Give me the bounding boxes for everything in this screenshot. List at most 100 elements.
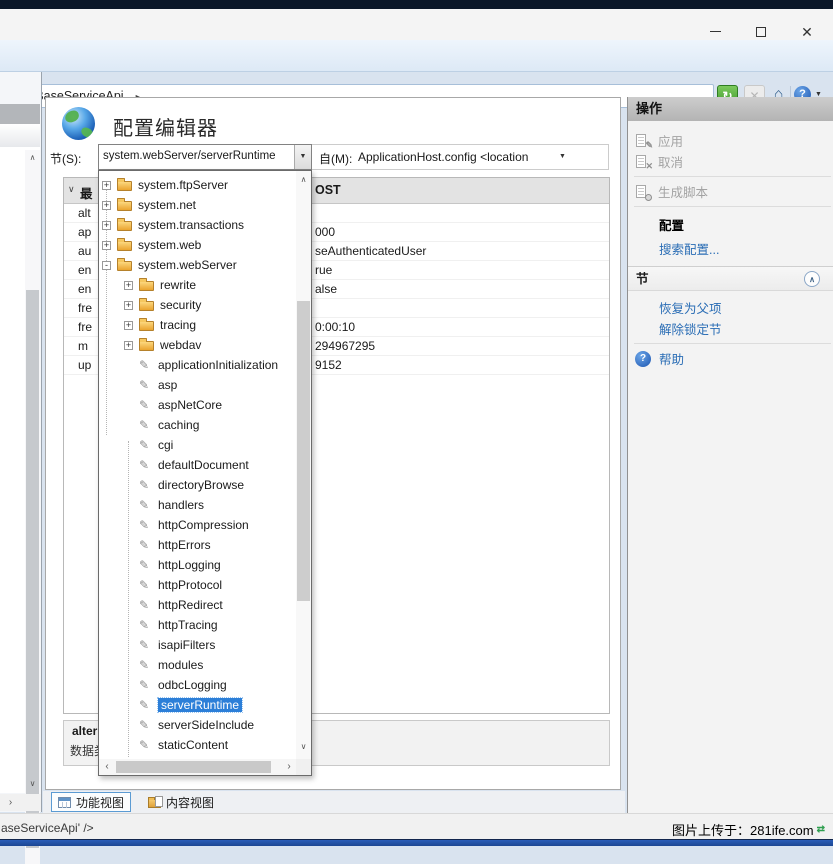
scrollbar-thumb[interactable] [116, 761, 271, 773]
grid-group-chevron-icon[interactable]: ∨ [68, 184, 75, 195]
tab-content-view[interactable]: 内容视图 [142, 792, 220, 812]
folder-icon [139, 281, 154, 291]
grid-cell-value: rue [315, 263, 332, 277]
close-icon: ✕ [801, 24, 813, 40]
scrollbar-thumb[interactable] [297, 301, 310, 601]
grid-header-right: OST [315, 183, 341, 197]
tree-item-handlers[interactable]: ✎handlers [124, 495, 296, 515]
tree-item-label: serverRuntime [158, 698, 242, 712]
desktop-top-strip [0, 0, 833, 9]
search-config-link[interactable]: 搜索配置... [628, 238, 833, 259]
tree-item-modules[interactable]: ✎modules [124, 655, 296, 675]
pencil-icon: ✎ [139, 479, 152, 491]
tree-item-defaultDocument[interactable]: ✎defaultDocument [124, 455, 296, 475]
scroll-right-icon[interactable]: › [3, 795, 18, 811]
grid-cell-name: ap [78, 225, 91, 239]
tree-item-label: httpRedirect [158, 598, 223, 612]
expand-node-icon[interactable]: + [124, 301, 133, 310]
tree-item-label: system.transactions [138, 218, 244, 232]
expand-node-icon[interactable]: + [124, 281, 133, 290]
tree-item-system.web[interactable]: +system.web [102, 235, 296, 255]
dropdown-vscrollbar[interactable] [296, 171, 311, 759]
scroll-left-icon[interactable]: ‹ [100, 759, 114, 775]
expand-node-icon[interactable]: + [102, 181, 111, 190]
tree-item-label: aspNetCore [158, 398, 222, 412]
folder-icon [117, 201, 132, 211]
pencil-icon: ✎ [139, 599, 152, 611]
scroll-up-icon[interactable]: ∧ [296, 172, 311, 188]
tree-item-system.ftpServer[interactable]: +system.ftpServer [102, 175, 296, 195]
expand-node-icon[interactable]: + [102, 241, 111, 250]
cancel-icon: ✕ [635, 154, 650, 170]
scroll-down-icon[interactable]: ∨ [25, 776, 40, 792]
tree-item-security[interactable]: +security [124, 295, 296, 315]
tree-item-httpLogging[interactable]: ✎ httpLogging [124, 555, 296, 575]
tree-item-httpTracing[interactable]: ✎httpTracing [124, 615, 296, 635]
scroll-right-icon[interactable]: › [282, 759, 296, 775]
tree-item-httpErrors[interactable]: ✎httpErrors [124, 535, 296, 555]
watermark-icon: ⇄ [817, 824, 825, 835]
tree-item-label: httpLogging [158, 558, 221, 572]
tree-item-caching[interactable]: ✎caching [124, 415, 296, 435]
tree-item-system.transactions[interactable]: + system.transactions [102, 215, 296, 235]
section-combobox-dropdown-button[interactable]: ▼ [294, 145, 311, 169]
scrollbar-thumb[interactable] [26, 290, 39, 848]
tree-item-aspNetCore[interactable]: ✎aspNetCore [124, 395, 296, 415]
connections-toolbar-fragment [0, 124, 40, 147]
section-combobox-value: system.webServer/serverRuntime [103, 150, 288, 162]
tree-item-cgi[interactable]: ✎cgi [124, 435, 296, 455]
from-caret-icon[interactable]: ▼ [559, 153, 566, 160]
expand-node-icon[interactable]: + [124, 341, 133, 350]
pencil-icon: ✎ [139, 639, 152, 651]
collapse-node-icon[interactable]: - [102, 261, 111, 270]
tree-item-tracing[interactable]: +tracing [124, 315, 296, 335]
grid-header-left: 最 [80, 183, 93, 202]
tree-item-isapiFilters[interactable]: ✎isapiFilters [124, 635, 296, 655]
pencil-icon: ✎ [139, 559, 152, 571]
apply-icon: ✎ [635, 133, 650, 149]
scroll-up-icon[interactable]: ∧ [25, 150, 40, 166]
revert-to-parent-link[interactable]: 恢复为父项 [628, 297, 833, 318]
collapse-section-button[interactable]: ∧ [804, 271, 820, 287]
divider [634, 176, 831, 177]
connections-vscrollbar[interactable] [25, 150, 40, 864]
tab-features-view[interactable]: 功能视图 [51, 792, 131, 812]
address-bar: Store.BaseServiceApi▶ ↻ ✕ ⌂ ? ▼ [0, 40, 833, 72]
pencil-icon: ✎ [139, 359, 152, 371]
expand-node-icon[interactable]: + [102, 201, 111, 210]
grid-cell-name: fre [78, 320, 92, 334]
grid-cell-name: alt [78, 206, 91, 220]
tree-item-httpProtocol[interactable]: ✎httpProtocol [124, 575, 296, 595]
help-link[interactable]: ? 帮助 [628, 348, 833, 369]
tree-item-applicationInitialization[interactable]: ✎applicationInitialization [124, 355, 296, 375]
expand-node-icon[interactable]: + [124, 321, 133, 330]
grid-cell-value: 000 [315, 225, 335, 239]
tree-item-label: staticContent [158, 738, 228, 752]
tree-item-odbcLogging[interactable]: ✎odbcLogging [124, 675, 296, 695]
tree-item-serverSideInclude[interactable]: ✎serverSideInclude [124, 715, 296, 735]
tree-item-httpCompression[interactable]: ✎httpCompression [124, 515, 296, 535]
tree-item-directoryBrowse[interactable]: ✎directoryBrowse [124, 475, 296, 495]
cancel-button[interactable]: ✕ 取消 [628, 151, 833, 172]
tree-item-system.net[interactable]: +system.net [102, 195, 296, 215]
tree-item-serverRuntime[interactable]: ✎serverRuntime [124, 695, 296, 715]
from-combobox[interactable]: ApplicationHost.config <location [358, 150, 528, 164]
section-combobox[interactable]: system.webServer/serverRuntime ▼ [98, 144, 312, 170]
expand-node-icon[interactable]: + [102, 221, 111, 230]
tree-item-httpRedirect[interactable]: ✎ httpRedirect [124, 595, 296, 615]
help-icon: ? [635, 351, 651, 367]
tree-item-system.webServer[interactable]: -system.webServer [102, 255, 296, 275]
tree-item-webdav[interactable]: +webdav [124, 335, 296, 355]
tree-item-asp[interactable]: ✎asp [124, 375, 296, 395]
tree-item-label: handlers [158, 498, 204, 512]
apply-button[interactable]: ✎ 应用 [628, 130, 833, 151]
config-group-header: 配置 [628, 215, 833, 234]
unlock-section-link[interactable]: 解除锁定节 [628, 318, 833, 339]
generate-script-button[interactable]: 生成脚本 [628, 181, 833, 202]
folder-icon [139, 341, 154, 351]
maximize-icon [756, 27, 766, 37]
tree-item-rewrite[interactable]: +rewrite [124, 275, 296, 295]
scroll-down-icon[interactable]: ∨ [296, 739, 311, 755]
tree-item-staticContent[interactable]: ✎staticContent [124, 735, 296, 755]
grid-cell-name: up [78, 358, 91, 372]
